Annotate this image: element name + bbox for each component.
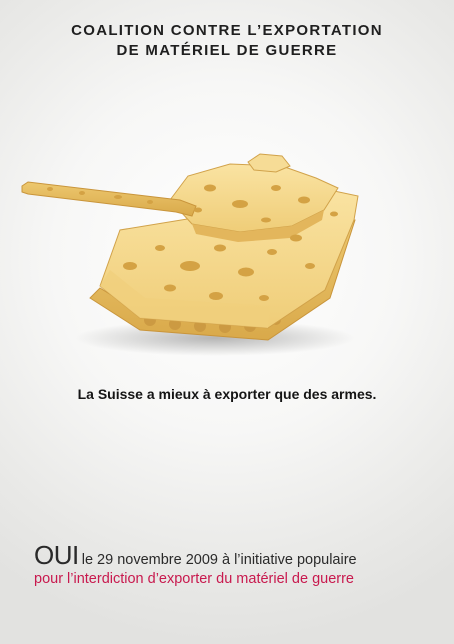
coalition-header: COALITION CONTRE L’EXPORTATION DE MATÉRI…	[0, 21, 454, 61]
header-line-1: COALITION CONTRE L’EXPORTATION	[71, 22, 383, 39]
vote-call: OUI le 29 novembre 2009 à l’initiative po…	[34, 540, 444, 588]
cheese-tank-icon	[21, 153, 359, 356]
tank-barrel	[21, 181, 197, 217]
vote-line-2: pour l’interdiction d’exporter du matéri…	[34, 571, 354, 587]
vote-line-1: OUI le 29 novembre 2009 à l’initiative po…	[34, 540, 444, 570]
oui-label: OUI	[34, 540, 79, 570]
tagline: La Suisse a mieux à exporter que des arm…	[77, 386, 377, 402]
vote-date-text: le 29 novembre 2009 à l’initiative popul…	[81, 552, 357, 568]
header-line-2: DE MATÉRIEL DE GUERRE	[116, 42, 338, 59]
poster: COALITION CONTRE L’EXPORTATION DE MATÉRI…	[0, 0, 454, 644]
